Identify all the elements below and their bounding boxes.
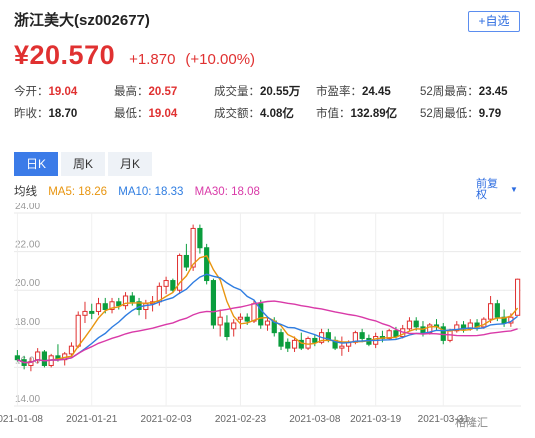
- candle-body: [487, 303, 494, 320]
- stat-market-cap: 市值：132.89亿: [316, 108, 398, 120]
- candle-body: [163, 280, 169, 287]
- stat-pe: 市盈率：24.45: [316, 86, 391, 98]
- candle-body: [129, 295, 135, 303]
- candle-body: [102, 303, 108, 310]
- candle-body: [75, 314, 81, 347]
- candle-body: [339, 345, 345, 349]
- candle-body: [204, 247, 210, 282]
- candle-body: [197, 227, 203, 249]
- stat-low: 最低：19.04: [114, 108, 178, 120]
- candle-body: [35, 351, 41, 361]
- tab-monthly[interactable]: 月K: [108, 152, 152, 176]
- price-row: ¥20.570 +1.870 (+10.00%): [14, 40, 255, 74]
- x-tick-label: 2021-02-23: [215, 414, 267, 425]
- candle-body: [494, 303, 500, 318]
- candle-body: [359, 332, 365, 339]
- x-tick-label: 2021-01-21: [66, 414, 118, 425]
- y-tick-label: 20.00: [15, 278, 40, 289]
- stat-volume: 成交量：20.55万: [214, 86, 301, 98]
- x-tick-label: 2021-03-19: [350, 414, 402, 425]
- candle-body: [116, 301, 122, 307]
- x-tick-label: 2021-02-03: [141, 414, 193, 425]
- stock-title: 浙江美大(sz002677): [14, 12, 150, 29]
- y-tick-label: 22.00: [15, 240, 40, 251]
- price-change-percent: (+10.00%): [185, 51, 256, 68]
- candle-body: [278, 332, 284, 347]
- candle-body: [285, 341, 291, 349]
- period-tabs: 日K 周K 月K: [14, 152, 155, 176]
- tab-weekly[interactable]: 周K: [61, 152, 105, 176]
- stat-turnover: 成交额：4.08亿: [214, 108, 294, 120]
- candle-body: [68, 345, 75, 355]
- ma5-value: MA5: 18.26: [48, 186, 108, 198]
- add-watchlist-button[interactable]: +自选: [468, 11, 520, 32]
- candle-body: [210, 280, 217, 326]
- price-change: +1.870: [129, 51, 176, 68]
- stats-row-1: 今开：19.04 最高：20.57 成交量：20.55万 市盈率：24.45 5…: [14, 83, 529, 99]
- candle-body: [312, 337, 318, 343]
- candle-body: [143, 303, 149, 310]
- candle-body: [393, 330, 399, 338]
- candle-body: [41, 351, 48, 366]
- stat-open: 今开：19.04: [14, 86, 78, 98]
- stat-high: 最高：20.57: [114, 86, 178, 98]
- candle-body: [217, 316, 223, 326]
- chevron-down-icon: ▼: [510, 185, 518, 194]
- price-adjust-dropdown[interactable]: 前复 权 ▼: [476, 179, 522, 201]
- candle-body: [183, 254, 189, 268]
- candle-body: [190, 227, 196, 268]
- candle-body: [291, 339, 298, 349]
- candle-body: [406, 320, 413, 330]
- candle-body: [89, 310, 95, 314]
- stats-row-2: 昨收：18.70 最低：19.04 成交额：4.08亿 市值：132.89亿 5…: [14, 105, 529, 121]
- candle-body: [95, 303, 102, 312]
- y-tick-label: 14.00: [15, 394, 40, 405]
- candle-body: [231, 322, 237, 330]
- candle-body: [264, 320, 271, 326]
- stat-52w-high: 52周最高：23.45: [420, 86, 508, 98]
- moving-average-legend: 均线 MA5: 18.26 MA10: 18.33 MA30: 18.08: [14, 183, 268, 199]
- watermark: 格隆汇: [455, 417, 488, 429]
- x-tick-label: 2021-03-08: [289, 414, 341, 425]
- x-tick-label: 2021-01-08: [0, 414, 43, 425]
- tab-daily[interactable]: 日K: [14, 152, 58, 176]
- ma30-value: MA30: 18.08: [194, 186, 260, 198]
- candle-body: [251, 303, 257, 322]
- candle-body: [244, 316, 250, 322]
- current-price: ¥20.570: [14, 40, 116, 70]
- candlestick-chart[interactable]: 24.0022.0020.0018.0016.0014.002021-01-08…: [0, 203, 535, 438]
- stat-52w-low: 52周最低：9.79: [420, 108, 502, 120]
- ma10-value: MA10: 18.33: [118, 186, 184, 198]
- stat-prev-close: 昨收：18.70: [14, 108, 78, 120]
- y-tick-label: 18.00: [15, 317, 40, 328]
- candle-body: [14, 355, 20, 361]
- ma-label: 均线: [14, 186, 37, 198]
- candle-body: [170, 280, 176, 291]
- candle-body: [413, 320, 419, 328]
- y-tick-label: 24.00: [15, 203, 40, 212]
- candle-body: [224, 322, 230, 338]
- candle-body: [237, 316, 244, 320]
- candle-body: [82, 310, 88, 316]
